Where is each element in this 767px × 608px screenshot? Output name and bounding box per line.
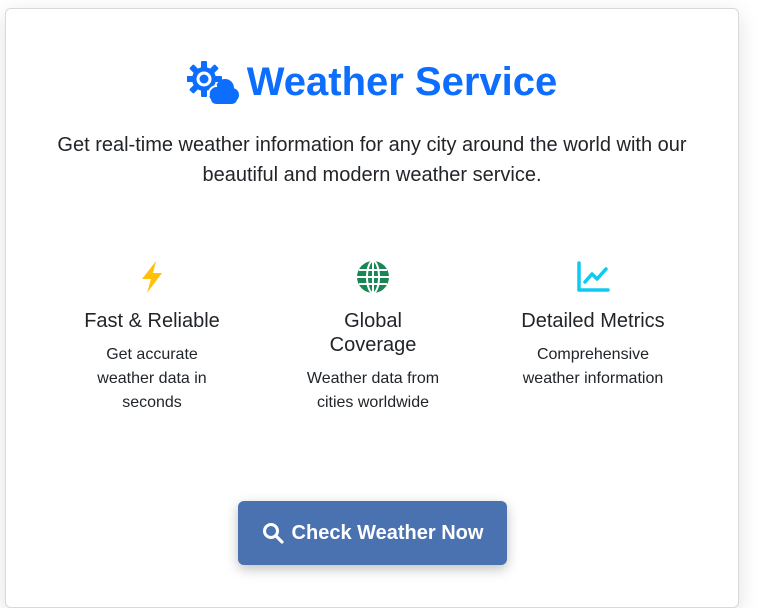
feature-description: Get accurate weather data in seconds bbox=[97, 346, 207, 411]
line-chart-icon bbox=[577, 261, 610, 292]
feature-title: Fast & Reliable bbox=[84, 310, 220, 332]
check-weather-label: Check Weather Now bbox=[291, 521, 484, 544]
globe-icon bbox=[357, 260, 389, 294]
feature-detailed-metrics: Detailed Metrics Comprehensive weather i… bbox=[508, 259, 678, 391]
feature-title: Global Coverage bbox=[329, 310, 417, 356]
search-icon bbox=[262, 523, 284, 544]
page-header: Weather Service bbox=[6, 59, 738, 105]
feature-description: Comprehensive weather information bbox=[522, 346, 664, 387]
feature-description: Weather data from cities worldwide bbox=[306, 370, 440, 411]
feature-global-coverage: Global Coverage Weather data from cities… bbox=[288, 259, 458, 415]
page-title: Weather Service bbox=[246, 60, 558, 104]
page-subtitle: Get real-time weather information for an… bbox=[57, 134, 687, 186]
lightning-bolt-icon bbox=[142, 261, 162, 293]
weather-service-card: Weather Service Get real-time weather in… bbox=[5, 8, 739, 608]
sun-cloud-icon bbox=[186, 61, 239, 104]
feature-fast-reliable: Fast & Reliable Get accurate weather dat… bbox=[67, 259, 237, 415]
feature-title: Detailed Metrics bbox=[521, 310, 665, 332]
check-weather-button[interactable]: Check Weather Now bbox=[238, 501, 507, 565]
